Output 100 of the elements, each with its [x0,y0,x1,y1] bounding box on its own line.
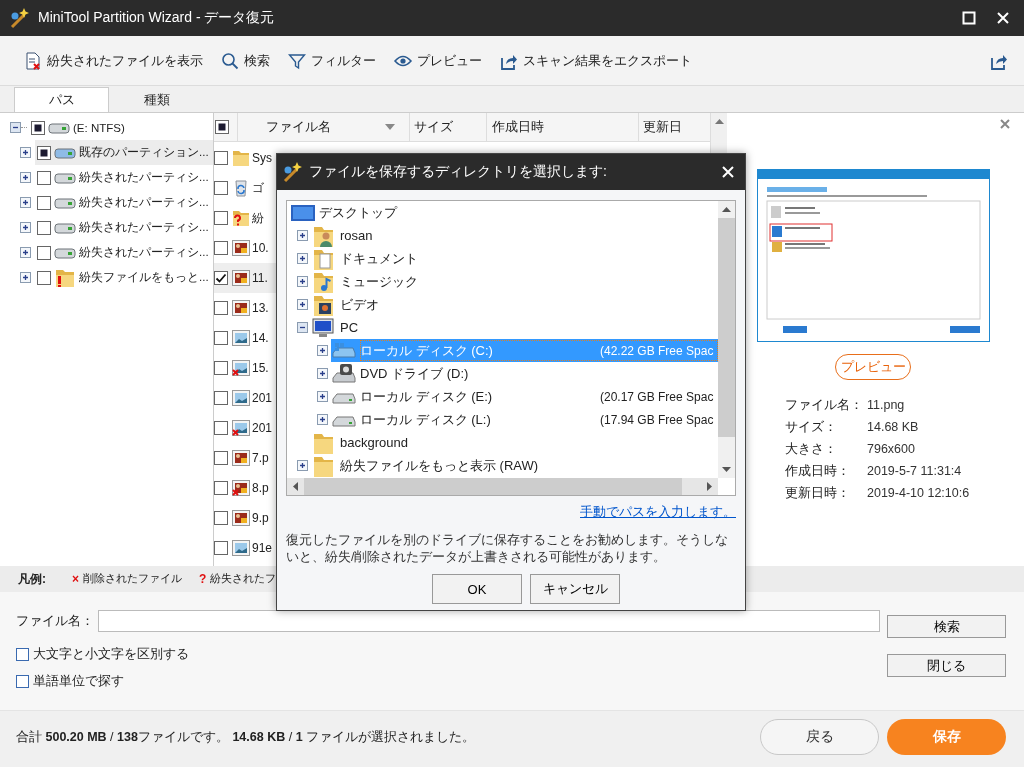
checkbox[interactable] [214,361,228,375]
expand-icon[interactable] [297,230,308,241]
tree-item[interactable]: 紛失されたパーティシ... [35,190,213,215]
checkbox[interactable] [214,481,228,495]
column-header[interactable]: 作成日時 [487,113,639,141]
file-name[interactable]: 8.p [252,481,269,495]
tree-item[interactable]: (E: NTFS) [73,121,125,134]
checkbox[interactable] [214,331,228,345]
tree-item[interactable]: ローカル ディスク (L:) (17.94 GB Free Spac [331,408,718,431]
file-name[interactable]: 201 [252,391,273,405]
toolbar-button[interactable]: 検索 [219,49,272,72]
tree-item[interactable]: ローカル ディスク (E:) (20.17 GB Free Spac [331,385,718,408]
cancel-button[interactable]: キャンセル [530,574,620,604]
file-name[interactable]: 91e [252,541,273,555]
expand-icon[interactable] [297,460,308,471]
expand-icon[interactable] [20,222,31,233]
checkbox[interactable] [214,241,228,255]
field-label: ファイル名： [16,612,94,630]
checkbox[interactable] [16,675,29,688]
ok-button[interactable]: OK [432,574,522,604]
tree-item[interactable]: ミュージック [311,270,718,293]
file-name[interactable]: 紛 [252,209,264,227]
checkbox[interactable] [214,301,228,315]
checkbox[interactable] [214,211,228,225]
scrollbar[interactable] [718,201,735,478]
toolbar-button[interactable]: フィルター [286,49,378,72]
checkbox[interactable] [37,220,51,235]
checkbox[interactable] [215,120,229,134]
file-name[interactable]: 11. [252,271,268,285]
tree-item[interactable]: ドキュメント [311,247,718,270]
tree-item[interactable]: 既存のパーティション... [35,140,213,165]
tree-item-label: 既存のパーティション... [79,145,209,160]
file-name[interactable]: 10. [252,241,269,255]
toolbar-button[interactable]: 紛失されたファイルを表示 [22,49,205,72]
tree-item[interactable]: 紛失されたパーティシ... [35,240,213,265]
checkbox[interactable] [37,245,51,260]
manual-path-link[interactable]: 手動でパスを入力します。 [580,504,736,519]
checkbox[interactable] [214,541,228,555]
option-label[interactable]: 単語単位で探す [33,673,124,690]
filename-field[interactable] [98,610,880,632]
tab[interactable]: パス [14,87,109,112]
expand-icon[interactable] [20,197,31,208]
collapse-icon[interactable] [297,322,308,333]
expand-icon[interactable] [20,172,31,183]
collapse-icon[interactable] [10,122,21,133]
checkbox[interactable] [37,170,51,185]
tree-item[interactable]: 紛失されたパーティシ... [35,215,213,240]
file-name[interactable]: ゴ [252,179,264,197]
toolbar-button[interactable]: プレビュー [392,49,484,72]
file-name[interactable]: 7.p [252,451,269,465]
preview-button[interactable]: プレビュー [835,354,911,380]
tree-item[interactable]: デスクトップ [290,201,718,224]
legend-label: 削除されたファイル [83,572,182,586]
expand-icon[interactable] [20,272,31,283]
tree-item[interactable]: PC [311,316,718,339]
tree-item[interactable]: 紛失されたパーティシ... [35,165,213,190]
tree-item[interactable]: background [311,431,718,454]
file-name[interactable]: 14. [252,331,269,345]
expand-icon[interactable] [317,391,328,402]
file-name[interactable]: 15. [252,361,269,375]
checkbox[interactable] [37,270,51,285]
column-header[interactable]: ファイル名 [238,113,410,141]
desktop-icon [290,202,316,223]
expand-icon[interactable] [20,247,31,258]
expand-icon[interactable] [297,276,308,287]
toolbar-button[interactable]: スキャン結果をエクスポート [498,49,694,72]
tree-item[interactable]: DVD ドライブ (D:) [331,362,718,385]
expand-icon[interactable] [297,299,308,310]
tree-item[interactable]: 紛失ファイルをもっと表示 (RAW) [311,454,718,477]
checkbox[interactable] [214,151,228,165]
search-button[interactable]: 検索 [887,615,1006,638]
checkbox[interactable] [37,145,51,160]
tab[interactable]: 種類 [109,87,204,112]
checkbox[interactable] [214,181,228,195]
close-button[interactable]: 閉じる [887,654,1006,677]
file-name[interactable]: 13. [252,301,269,315]
option-label[interactable]: 大文字と小文字を区別する [33,646,189,663]
expand-icon[interactable] [317,345,328,356]
expand-icon[interactable] [20,147,31,158]
checkbox[interactable] [214,421,228,435]
checkbox[interactable] [16,648,29,661]
back-button[interactable]: 戻る [760,719,879,755]
expand-icon[interactable] [317,414,328,425]
tree-item[interactable]: 紛失ファイルをもっと... [35,265,213,290]
column-header[interactable]: 更新日 [639,113,710,141]
file-name[interactable]: 9.p [252,511,269,525]
expand-icon[interactable] [317,368,328,379]
expand-icon[interactable] [297,253,308,264]
checkbox[interactable] [214,451,228,465]
file-name[interactable]: Sys [252,151,272,165]
checkbox[interactable] [31,120,45,135]
file-name[interactable]: 201 [252,421,273,435]
checkbox[interactable] [214,511,228,525]
column-header[interactable]: サイズ [410,113,487,141]
checkbox[interactable] [214,391,228,405]
checkbox[interactable] [214,271,228,285]
tree-item[interactable]: rosan [311,224,718,247]
checkbox[interactable] [37,195,51,210]
tree-item[interactable]: ビデオ [311,293,718,316]
scrollbar[interactable] [287,478,718,495]
